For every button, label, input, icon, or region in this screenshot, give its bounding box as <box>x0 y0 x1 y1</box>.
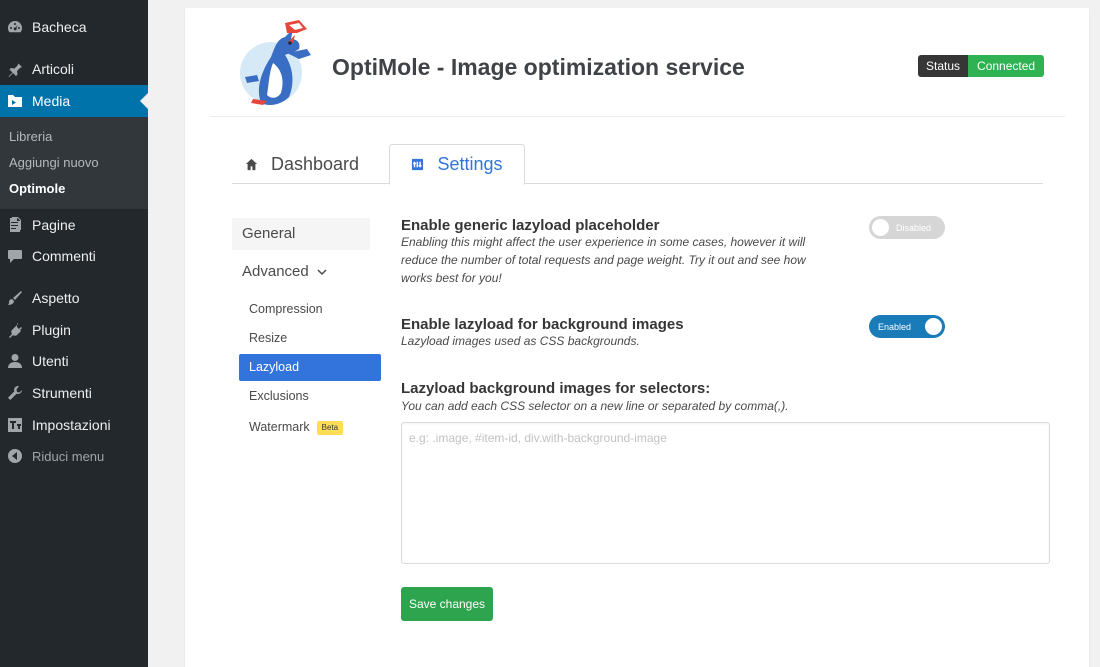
description-line: reduce the number of total requests and … <box>401 253 806 267</box>
dashboard-icon <box>7 19 23 35</box>
background-images-description: Lazyload images used as CSS backgrounds. <box>401 334 640 348</box>
nav-advanced[interactable]: Advanced <box>242 263 327 280</box>
sidebar-item-plugin[interactable]: Plugin <box>0 314 148 346</box>
selectors-title: Lazyload background images for selectors… <box>401 380 711 397</box>
nav-general[interactable]: General <box>232 218 370 250</box>
pin-icon <box>7 61 23 77</box>
settings-grid-icon <box>411 158 425 172</box>
nav-lazyload[interactable]: Lazyload <box>239 354 381 381</box>
submenu-item-libreria[interactable]: Libreria <box>9 129 52 144</box>
sidebar-item-label: Pagine <box>32 217 76 233</box>
save-changes-button[interactable]: Save changes <box>401 587 493 621</box>
toggle-knob <box>925 318 942 335</box>
tab-dashboard[interactable]: Dashboard <box>245 144 359 184</box>
settings-icon <box>7 417 23 433</box>
collapse-icon <box>7 448 23 464</box>
connection-status-badge: Status Connected <box>918 55 1045 77</box>
sidebar-item-label: Utenti <box>32 353 69 369</box>
header-divider <box>210 116 1065 117</box>
nav-compression[interactable]: Compression <box>239 296 381 323</box>
sidebar-item-label: Plugin <box>32 322 71 338</box>
selectors-input[interactable] <box>401 422 1050 564</box>
sidebar-item-label: Articoli <box>32 61 75 77</box>
nav-resize[interactable]: Resize <box>239 325 381 352</box>
media-submenu: Libreria Aggiungi nuovo Optimole <box>0 117 148 209</box>
pages-icon <box>7 217 23 233</box>
sidebar-item-commenti[interactable]: Commenti <box>0 240 148 272</box>
background-images-title: Enable lazyload for background images <box>401 316 684 333</box>
submenu-item-optimole[interactable]: Optimole <box>9 181 65 196</box>
sidebar-item-label: Media <box>32 93 71 109</box>
collapse-label: Riduci menu <box>32 448 105 464</box>
sidebar-item-aspetto[interactable]: Aspetto <box>0 282 148 314</box>
beta-badge: Beta <box>316 421 344 435</box>
generic-placeholder-toggle[interactable]: Disabled <box>869 216 945 239</box>
sidebar-item-impostazioni[interactable]: Impostazioni <box>0 409 148 441</box>
sidebar-item-pagine[interactable]: Pagine <box>0 209 148 241</box>
app-title: OptiMole - Image optimization service <box>332 54 745 80</box>
generic-placeholder-description: Enabling this might affect the user expe… <box>401 233 806 287</box>
sidebar-item-utenti[interactable]: Utenti <box>0 345 148 377</box>
optimole-logo <box>240 20 311 105</box>
brush-icon <box>7 290 23 306</box>
nav-advanced-label: Advanced <box>242 263 309 280</box>
sidebar-item-articoli[interactable]: Articoli <box>0 53 148 85</box>
sidebar-item-label: Impostazioni <box>32 417 111 433</box>
chevron-down-icon <box>317 268 327 275</box>
submenu-item-aggiungi-nuovo[interactable]: Aggiungi nuovo <box>9 155 99 170</box>
generic-placeholder-title: Enable generic lazyload placeholder <box>401 217 660 234</box>
selectors-description: You can add each CSS selector on a new l… <box>401 399 789 413</box>
admin-sidebar: Bacheca Articoli Media Libreria Aggiungi… <box>0 0 148 667</box>
tab-label: Dashboard <box>271 153 360 174</box>
nav-watermark[interactable]: Watermark Beta <box>239 414 381 441</box>
collapse-menu-button[interactable]: Riduci menu <box>0 440 148 472</box>
tab-label: Settings <box>437 154 503 174</box>
home-icon <box>245 157 259 171</box>
sidebar-item-label: Bacheca <box>32 19 87 35</box>
toggle-knob <box>872 219 889 236</box>
background-images-toggle[interactable]: Enabled <box>869 315 945 338</box>
tools-icon <box>7 385 23 401</box>
nav-exclusions[interactable]: Exclusions <box>239 383 381 410</box>
description-line: Enabling this might affect the user expe… <box>401 235 806 249</box>
sidebar-item-bacheca[interactable]: Bacheca <box>0 11 148 43</box>
sidebar-item-label: Strumenti <box>32 385 92 401</box>
plugin-icon <box>7 322 23 338</box>
toggle-label: Disabled <box>896 222 932 233</box>
users-icon <box>7 353 23 369</box>
media-icon <box>7 93 23 109</box>
nav-watermark-label: Watermark <box>249 420 310 434</box>
description-line: works best for you! <box>401 271 502 285</box>
toggle-label: Enabled <box>878 321 912 332</box>
optimole-settings-card: OptiMole - Image optimization service St… <box>185 8 1089 667</box>
comments-icon <box>7 248 23 264</box>
sidebar-item-media[interactable]: Media <box>0 85 148 117</box>
sidebar-item-label: Aspetto <box>32 290 80 306</box>
sidebar-item-label: Commenti <box>32 248 96 264</box>
status-label: Status <box>918 55 969 77</box>
sidebar-item-strumenti[interactable]: Strumenti <box>0 377 148 409</box>
status-value: Connected <box>968 55 1045 77</box>
tab-settings[interactable]: Settings <box>389 144 525 185</box>
